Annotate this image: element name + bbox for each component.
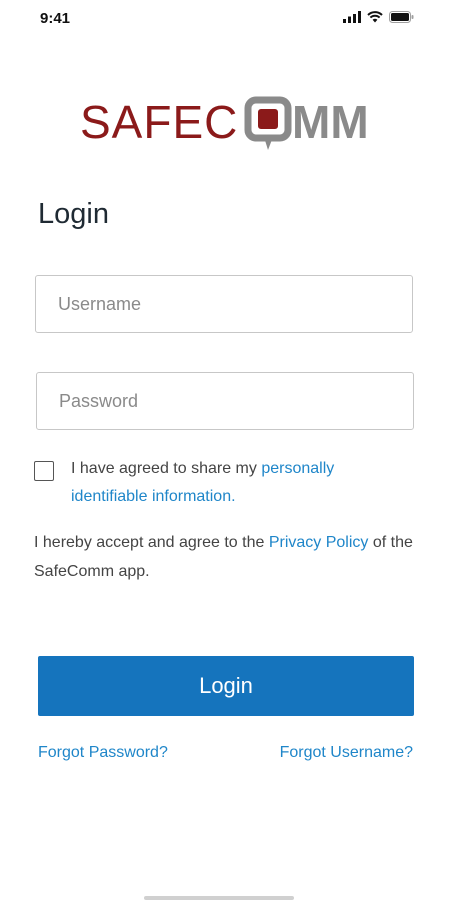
battery-icon	[389, 11, 414, 23]
logo-text-mm: MM	[292, 96, 369, 148]
password-input[interactable]	[37, 373, 413, 429]
username-field-container	[35, 275, 413, 333]
consent-text: I have agreed to share my personally ide…	[71, 455, 401, 511]
home-indicator	[144, 896, 294, 900]
status-icons	[343, 11, 414, 23]
status-time: 9:41	[40, 10, 71, 27]
consent-label: I have agreed to share my	[71, 460, 262, 477]
consent-checkbox[interactable]	[34, 461, 54, 481]
privacy-label-before: I hereby accept and agree to the	[34, 534, 269, 551]
page-title: Login	[38, 198, 109, 230]
privacy-policy-link[interactable]: Privacy Policy	[269, 534, 369, 551]
forgot-password-link[interactable]: Forgot Password?	[38, 744, 168, 762]
cellular-signal-icon	[343, 11, 361, 23]
status-bar: 9:41	[0, 0, 450, 38]
wifi-icon	[367, 11, 383, 23]
forgot-username-link[interactable]: Forgot Username?	[280, 744, 413, 762]
safecomm-logo: SAFEC MM	[80, 96, 369, 150]
privacy-text: I hereby accept and agree to the Privacy…	[34, 528, 424, 586]
logo-speech-bubble-icon	[244, 96, 292, 150]
login-button[interactable]: Login	[38, 656, 414, 716]
username-input[interactable]	[36, 276, 412, 332]
logo-text-safe: SAFEC	[80, 96, 238, 148]
password-field-container	[36, 372, 414, 430]
